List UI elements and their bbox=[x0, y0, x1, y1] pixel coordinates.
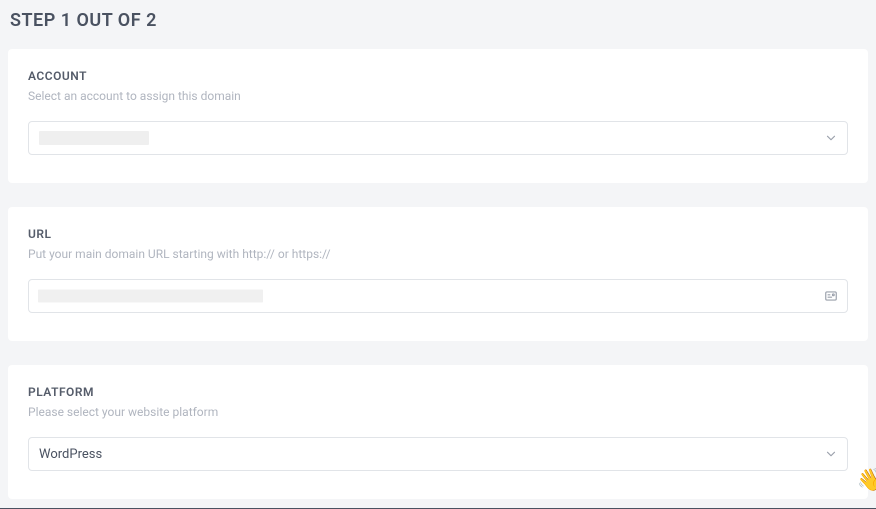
url-label: URL bbox=[28, 227, 848, 241]
url-value-redacted bbox=[38, 290, 263, 303]
platform-card: PLATFORM Please select your website plat… bbox=[8, 365, 868, 499]
url-card: URL Put your main domain URL starting wi… bbox=[8, 207, 868, 341]
platform-select[interactable]: WordPress bbox=[28, 437, 848, 471]
account-description: Select an account to assign this domain bbox=[28, 89, 848, 103]
platform-value: WordPress bbox=[39, 447, 102, 462]
account-card: ACCOUNT Select an account to assign this… bbox=[8, 49, 868, 183]
url-description: Put your main domain URL starting with h… bbox=[28, 247, 848, 261]
chat-widget[interactable]: 👋 bbox=[854, 453, 876, 493]
wave-icon: 👋 bbox=[857, 468, 876, 493]
account-select[interactable] bbox=[28, 121, 848, 155]
platform-label: PLATFORM bbox=[28, 385, 848, 399]
account-label: ACCOUNT bbox=[28, 69, 848, 83]
step-title: STEP 1 OUT OF 2 bbox=[10, 10, 868, 31]
contact-card-icon bbox=[824, 289, 838, 303]
platform-description: Please select your website platform bbox=[28, 405, 848, 419]
account-value-redacted bbox=[39, 131, 149, 145]
